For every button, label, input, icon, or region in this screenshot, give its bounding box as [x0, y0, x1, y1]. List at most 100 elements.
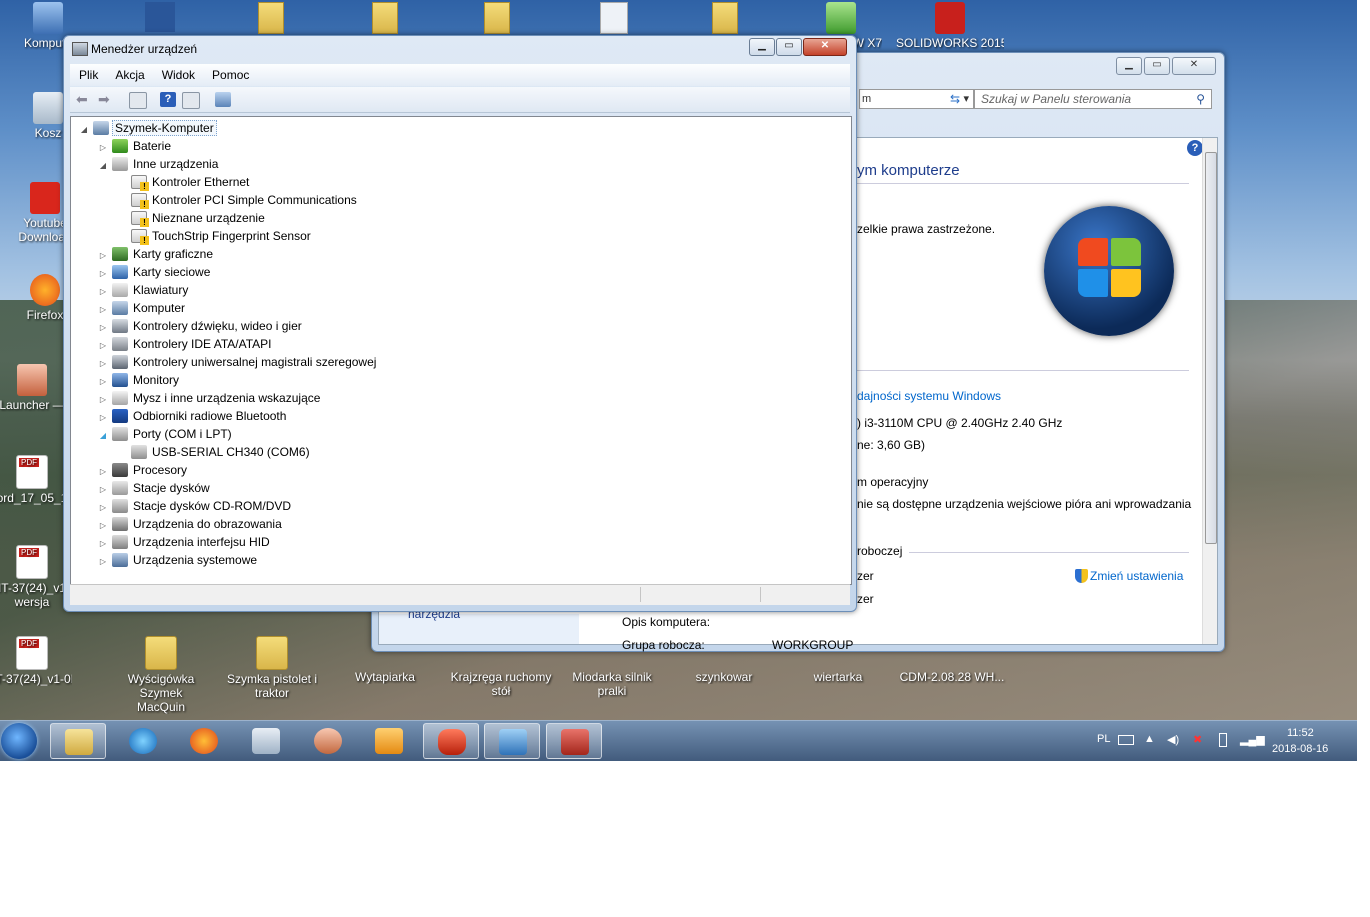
close-button[interactable]: ✕	[803, 38, 847, 56]
tree-node-label[interactable]: Urządzenia systemowe	[131, 553, 259, 567]
language-indicator[interactable]: PL	[1097, 733, 1110, 745]
network-disconnected-icon[interactable]: ✖	[1193, 733, 1202, 746]
tree-node-label[interactable]: Procesory	[131, 463, 189, 477]
forward-arrow-icon[interactable]: ➡	[98, 92, 114, 107]
desktop-icon-folder-wytapiarka[interactable]: Wytapiarka	[345, 650, 425, 684]
tree-node[interactable]: ▷ Procesory	[98, 461, 189, 479]
tree-node-label[interactable]: Inne urządzenia	[131, 157, 220, 171]
scrollbar-thumb[interactable]	[1205, 152, 1217, 544]
battery-icon[interactable]	[1219, 733, 1227, 747]
maximize-button[interactable]: ▭	[1144, 57, 1170, 75]
collapse-arrow-icon[interactable]: ◢	[79, 121, 89, 139]
taskbar-game[interactable]	[423, 723, 479, 759]
tree-node-label[interactable]: Kontroler Ethernet	[150, 175, 251, 189]
search-input[interactable]: Szukaj w Panelu sterowania ⚲	[974, 89, 1212, 109]
tree-node-label[interactable]: Porty (COM i LPT)	[131, 427, 234, 441]
folder-icon[interactable]	[372, 2, 398, 34]
desktop-icon-folder-szynkowar[interactable]: szynkowar	[684, 650, 764, 684]
word-shortcut-icon[interactable]	[145, 2, 175, 32]
desktop-icon-folder-wyscigowka[interactable]: Wyścigówka Szymek MacQuin	[118, 636, 204, 714]
clock-time[interactable]: 11:52	[1287, 727, 1314, 739]
tree-node[interactable]: ▷ Urządzenia do obrazowania	[98, 515, 284, 533]
tree-node-label[interactable]: Klawiatury	[131, 283, 190, 297]
desktop-icon-folder-wiertarka[interactable]: wiertarka	[798, 650, 878, 684]
folder-icon[interactable]	[484, 2, 510, 34]
tree-node[interactable]: ▷ Mysz i inne urządzenia wskazujące	[98, 389, 322, 407]
tree-node[interactable]: Kontroler PCI Simple Communications	[117, 191, 359, 209]
tree-node[interactable]: ▷ Karty sieciowe	[98, 263, 212, 281]
tree-node-label[interactable]: Nieznane urządzenie	[150, 211, 267, 225]
tree-node-label[interactable]: Stacje dysków	[131, 481, 212, 495]
maximize-button[interactable]: ▭	[776, 38, 802, 56]
menu-view[interactable]: Widok	[153, 64, 203, 82]
tree-node[interactable]: TouchStrip Fingerprint Sensor	[117, 227, 313, 245]
desktop-icon-folder-pistolet[interactable]: Szymka pistolet i traktor	[226, 636, 318, 700]
desktop-icon-pdf-ord[interactable]: ord_17_05_1	[0, 455, 72, 505]
desktop-icon-folder-miodarka[interactable]: Miodarka silnik pralki	[566, 650, 658, 698]
signal-icon[interactable]: ▂▄▆	[1240, 733, 1265, 746]
tree-node-label[interactable]: Kontrolery dźwięku, wideo i gier	[131, 319, 304, 333]
tree-node[interactable]: ▷ Stacje dysków CD-ROM/DVD	[98, 497, 293, 515]
device-manager-window[interactable]: Menedżer urządzeń ▁ ▭ ✕ Plik Akcja Widok Po…	[63, 35, 857, 612]
taskbar-device-manager[interactable]	[546, 723, 602, 759]
tree-node-label[interactable]: Urządzenia do obrazowania	[131, 517, 284, 531]
tree-node[interactable]: ▷ Stacje dysków	[98, 479, 212, 497]
start-button[interactable]	[1, 723, 37, 759]
tree-node[interactable]: ▷ Kontrolery uniwersalnej magistrali szer…	[98, 353, 378, 371]
tree-node-label[interactable]: Monitory	[131, 373, 181, 387]
menu-file[interactable]: Plik	[70, 64, 106, 82]
collapse-arrow-icon[interactable]: ◢	[98, 427, 108, 445]
taskbar-calculator[interactable]	[238, 723, 294, 759]
desktop-icon-solidworks[interactable]: SOLIDWORKS 2015	[896, 2, 1004, 50]
folder-icon[interactable]	[258, 2, 284, 34]
tree-node-label[interactable]: Baterie	[131, 139, 173, 153]
volume-icon[interactable]: ◀)	[1167, 733, 1179, 746]
change-settings-link[interactable]: Zmień ustawienia	[1090, 569, 1183, 583]
vertical-scrollbar[interactable]	[1202, 138, 1217, 644]
tree-node-label[interactable]: Karty sieciowe	[131, 265, 212, 279]
device-tree[interactable]: ◢ Szymek-Komputer ▷ Baterie ◢ Inne urządzenia…	[70, 116, 852, 585]
title-bar[interactable]: Menedżer urządzeń ▁ ▭ ✕	[64, 36, 856, 60]
tree-node-label[interactable]: Kontroler PCI Simple Communications	[150, 193, 359, 207]
tree-node[interactable]: ▷ Karty graficzne	[98, 245, 215, 263]
taskbar-firefox[interactable]	[176, 723, 232, 759]
menu-action[interactable]: Akcja	[106, 64, 152, 82]
tree-node-label[interactable]: Urządzenia interfejsu HID	[131, 535, 272, 549]
tree-node[interactable]: ▷ Urządzenia interfejsu HID	[98, 533, 272, 551]
tree-node[interactable]: Nieznane urządzenie	[117, 209, 267, 227]
tree-node[interactable]: USB-SERIAL CH340 (COM6)	[117, 443, 312, 461]
tree-node-label[interactable]: Komputer	[131, 301, 187, 315]
performance-link[interactable]: dajności systemu Windows	[857, 389, 1001, 403]
tree-node-label[interactable]: USB-SERIAL CH340 (COM6)	[150, 445, 312, 459]
minimize-button[interactable]: ▁	[749, 38, 775, 56]
collapse-arrow-icon[interactable]: ◢	[98, 157, 108, 175]
tree-node-label[interactable]: Kontrolery IDE ATA/ATAPI	[131, 337, 274, 351]
taskbar-explorer[interactable]	[50, 723, 106, 759]
view-icon[interactable]	[182, 92, 200, 109]
back-arrow-icon[interactable]: ⬅	[76, 92, 92, 107]
scan-hardware-icon[interactable]	[215, 92, 231, 107]
tree-node-label[interactable]: Szymek-Komputer	[112, 120, 217, 136]
clock-date[interactable]: 2018-08-16	[1272, 743, 1328, 755]
search-icon[interactable]: ⚲	[1196, 90, 1205, 108]
taskbar-worms[interactable]	[300, 723, 356, 759]
tree-node[interactable]: ◢ Szymek-Komputer	[79, 119, 217, 137]
refresh-icon[interactable]: ⇆	[944, 89, 966, 109]
folder-icon[interactable]	[712, 2, 738, 34]
taskbar-control-panel[interactable]	[484, 723, 540, 759]
tree-node[interactable]: ◢ Inne urządzenia	[98, 155, 220, 173]
menu-help[interactable]: Pomoc	[203, 64, 257, 82]
tree-node[interactable]: ▷ Kontrolery IDE ATA/ATAPI	[98, 335, 274, 353]
tree-node[interactable]: ◢ Porty (COM i LPT)	[98, 425, 234, 443]
tree-node[interactable]: ▷ Klawiatury	[98, 281, 190, 299]
tree-node-label[interactable]: Kontrolery uniwersalnej magistrali szere…	[131, 355, 378, 369]
tree-node-label[interactable]: Mysz i inne urządzenia wskazujące	[131, 391, 322, 405]
show-hidden-icons-icon[interactable]: ▲	[1144, 733, 1155, 745]
properties-icon[interactable]	[129, 92, 147, 109]
desktop-icon-pdf-pit[interactable]: IT-37(24)_v1-0E_...	[0, 636, 72, 686]
expand-arrow-icon[interactable]: ▷	[98, 553, 108, 571]
tree-node[interactable]: ▷ Monitory	[98, 371, 181, 389]
tree-node[interactable]: ▷ Urządzenia systemowe	[98, 551, 259, 569]
tree-node[interactable]: ▷ Baterie	[98, 137, 173, 155]
desktop-icon-folder-krajzrega[interactable]: Krajzręga ruchomy stół	[446, 650, 556, 698]
